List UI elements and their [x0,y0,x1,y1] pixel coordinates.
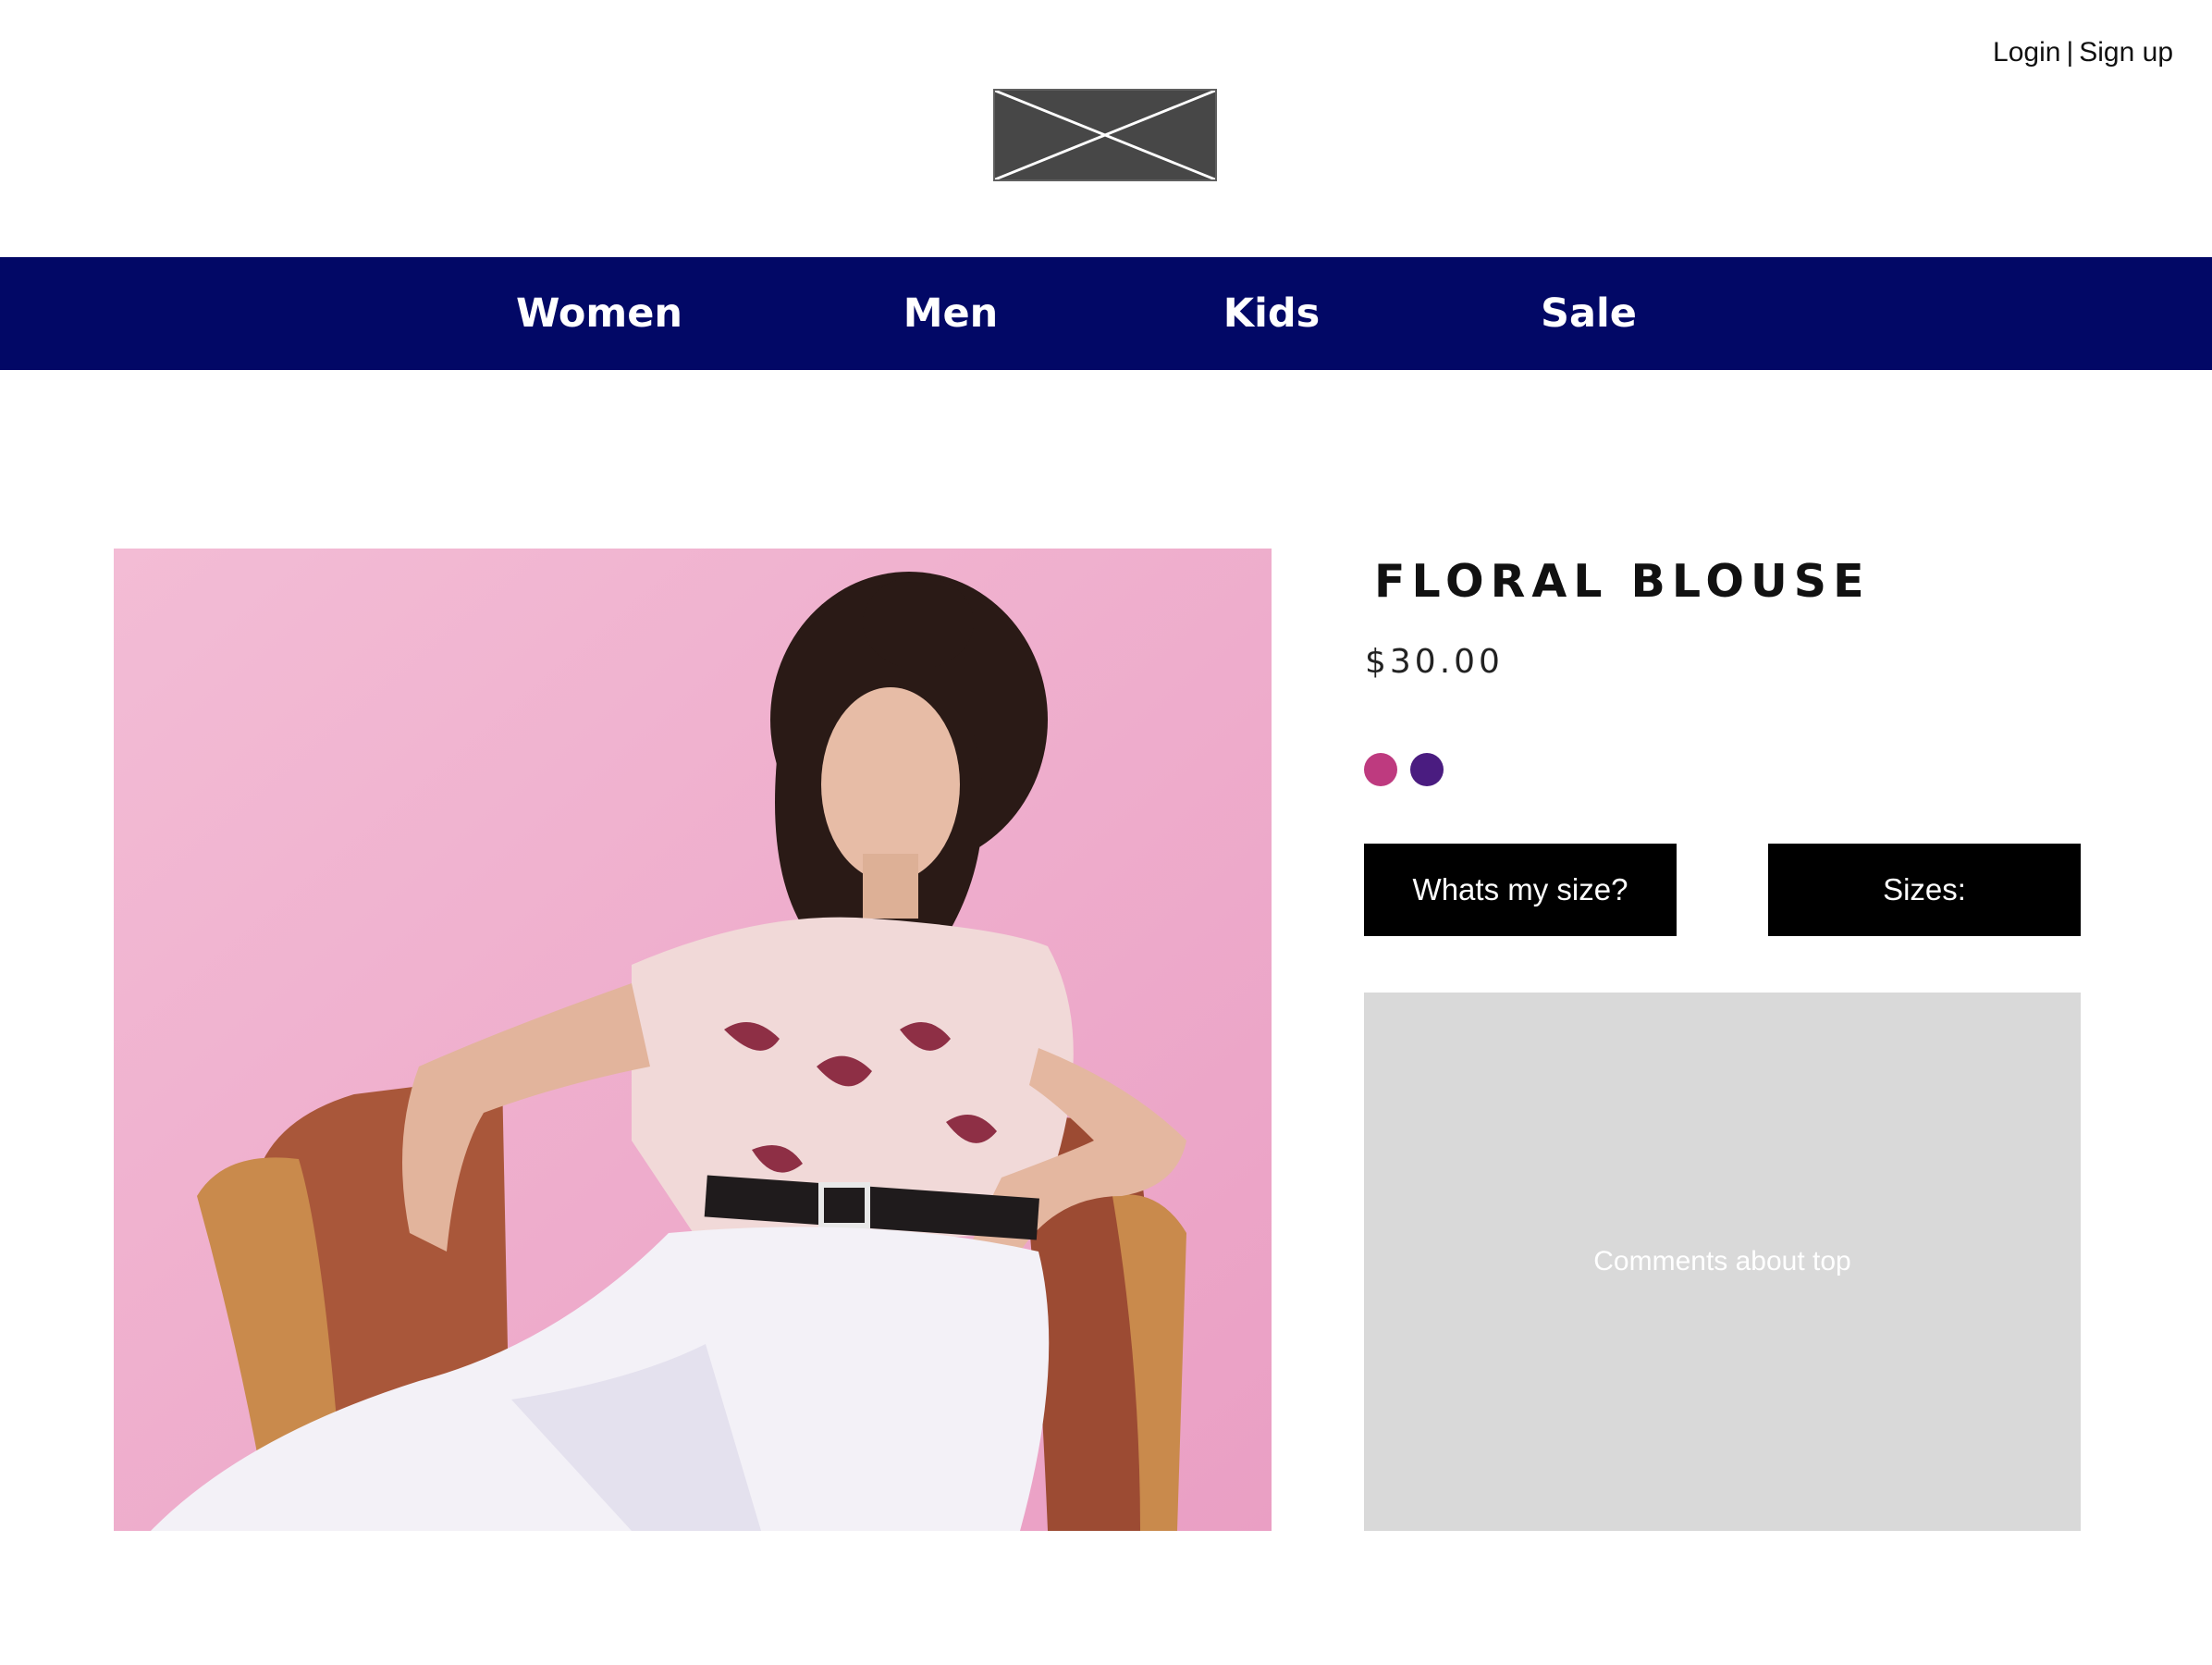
size-guide-button[interactable]: Whats my size? [1364,844,1677,936]
product-page: Login | Sign up Women Men Kids Sale FLOR… [0,0,2212,1665]
logo-placeholder-icon[interactable] [993,89,1217,181]
nav-item-women[interactable]: Women [516,257,682,370]
nav-item-sale[interactable]: Sale [1541,257,1637,370]
sizes-button[interactable]: Sizes: [1768,844,2081,936]
product-photo [114,549,1272,1531]
nav-item-kids[interactable]: Kids [1223,257,1320,370]
color-swatch-pink[interactable] [1364,753,1397,786]
main-nav: Women Men Kids Sale [0,257,2212,370]
product-price: $30.00 [1365,643,1504,681]
nav-item-men[interactable]: Men [903,257,999,370]
auth-separator: | [2066,37,2074,68]
comments-placeholder: Comments about top [1593,1246,1851,1276]
color-swatch-purple[interactable] [1410,753,1444,786]
signup-link[interactable]: Sign up [2079,37,2173,68]
auth-links: Login | Sign up [1993,37,2173,68]
product-title: FLORAL BLOUSE [1374,555,1871,608]
login-link[interactable]: Login [1993,37,2060,68]
comments-box[interactable]: Comments about top [1364,993,2081,1531]
